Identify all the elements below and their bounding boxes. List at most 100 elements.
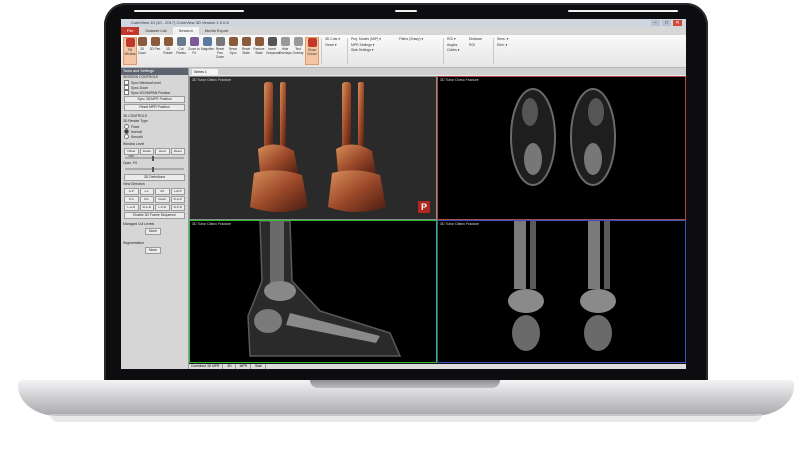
- bezel-highlight: [134, 10, 244, 12]
- sync-pan-checkbox[interactable]: Sync ZOOM/PAN Position: [121, 90, 188, 95]
- distance-button[interactable]: Distance: [469, 37, 482, 43]
- screen: CubeView 10 (10 - 2017) CubeView 3D Vers…: [121, 19, 686, 369]
- dir-button[interactable]: P-A: [124, 196, 139, 203]
- 3d-definitions-button[interactable]: 3D Definitions: [124, 174, 185, 181]
- reset-mpr-button[interactable]: Reset MPR Position: [124, 104, 185, 111]
- dir-button[interactable]: Down: [155, 196, 170, 203]
- pan-icon: [150, 37, 160, 46]
- magnifier-icon: [202, 37, 212, 46]
- viewport-label: 3D Tubor Distnc Fracture: [192, 78, 232, 82]
- sens-dropdown[interactable]: Sens. ▾: [497, 37, 508, 43]
- ribbon-toolbar: Fill Window 3D Zoom 3D Pan 3D Rotate Cut…: [121, 35, 686, 68]
- ribbon-group-projection: Proj. Modes (MIP) ▾ MPR Settings ▾ Slab …: [351, 37, 381, 54]
- laptop-shadow: [50, 414, 762, 422]
- status-mpr[interactable]: MPR: [240, 364, 251, 369]
- ribbon-group-distance: Distance ROI: [469, 37, 482, 48]
- reset-icon: [215, 37, 225, 46]
- slider-handle[interactable]: [151, 166, 154, 172]
- viewport-3d[interactable]: 3D Tubor Distnc Fracture P: [189, 76, 437, 220]
- segmentation-select[interactable]: None: [145, 247, 161, 254]
- sync-position-button[interactable]: Sync 3D/MPR Position: [124, 96, 185, 103]
- fluids-button[interactable]: Fluids: [139, 148, 154, 155]
- cut-icon: [176, 37, 186, 46]
- dir-button[interactable]: L-A-D: [124, 204, 139, 211]
- viewport-coronal[interactable]: 3D Tubor Distnc Fracture: [437, 220, 686, 363]
- viewer-tabs: Series 1: [189, 68, 686, 75]
- magnifier-button[interactable]: Magnifier: [201, 37, 214, 63]
- window-level-label: Window Level: [123, 142, 145, 146]
- offset-label: Offset (3D): [124, 148, 139, 158]
- managed-cut-select[interactable]: None: [145, 228, 161, 235]
- restore-state-button[interactable]: Restore State: [253, 37, 265, 63]
- tab-file[interactable]: File: [121, 27, 140, 35]
- viewport-sagittal[interactable]: 3D Tubor Distnc Fracture: [189, 220, 437, 363]
- frame-sequence-button[interactable]: Enable 3D Frame Sequence: [124, 212, 185, 219]
- tab-media-export[interactable]: Media Export: [199, 27, 235, 35]
- text-icon: [293, 37, 303, 46]
- divider: [347, 38, 348, 64]
- dir-button[interactable]: R-P-D: [170, 204, 185, 211]
- invert-icon: [267, 37, 277, 46]
- text-overlay-button[interactable]: Text Overlay: [292, 37, 304, 63]
- opacity-slider[interactable]: [125, 166, 184, 172]
- status-slab[interactable]: Slab: [255, 364, 266, 369]
- sagittal-ct-image: [247, 221, 402, 357]
- cut-planes-button[interactable]: Cut Planes: [175, 37, 187, 63]
- dir-button[interactable]: R-L: [139, 196, 154, 203]
- close-button[interactable]: ✕: [673, 20, 682, 26]
- dir-button[interactable]: R-A-D: [139, 204, 154, 211]
- viewport-label: 3D Tubor Dorso Fracture: [440, 78, 479, 82]
- tab-session[interactable]: Session: [172, 27, 199, 35]
- invert-grayscale-button[interactable]: Invert Grayscale: [266, 37, 280, 63]
- zoom-icon: [137, 37, 147, 46]
- minimize-button[interactable]: –: [651, 20, 660, 26]
- tab-dataset-list[interactable]: Dataset List: [139, 27, 172, 35]
- show-cursor-button[interactable]: Show Cursor: [305, 37, 319, 65]
- tab-series-1[interactable]: Series 1: [192, 69, 218, 75]
- viewport-axial[interactable]: 3D Tubor Dorso Fracture: [437, 76, 686, 220]
- ribbon-group-filters: Filters (Sharp) ▾: [399, 37, 423, 43]
- hide-overlays-button[interactable]: Hide Overlays: [279, 37, 292, 63]
- offset-row: Offset (3D) Fluids Hard Reset: [124, 148, 185, 158]
- camera-icon: [395, 10, 417, 12]
- dir-button[interactable]: L-P-D: [155, 204, 170, 211]
- laptop-notch: [310, 380, 500, 388]
- proj-modes-dropdown[interactable]: Proj. Modes (MIP) ▾: [351, 37, 381, 43]
- dir-button[interactable]: A-P: [124, 188, 139, 195]
- maximize-button[interactable]: □: [662, 20, 671, 26]
- views-dropdown[interactable]: Views ▾: [325, 43, 340, 49]
- axial-ct-image: [510, 88, 616, 186]
- hard-button[interactable]: Hard: [155, 148, 170, 155]
- pan-button[interactable]: 3D Pan: [149, 37, 161, 63]
- rotate-button[interactable]: 3D Rotate: [162, 37, 174, 63]
- slab-settings-dropdown[interactable]: Slab Settings ▾: [351, 48, 381, 54]
- restore-icon: [254, 37, 264, 46]
- segmentation-label: Segmentation: [123, 241, 144, 245]
- dir-button[interactable]: AX: [155, 188, 170, 195]
- zoom-fit-button[interactable]: Zoom to Fit: [188, 37, 200, 63]
- elim-dropdown[interactable]: Elim. ▾: [497, 43, 508, 49]
- zoom-button[interactable]: 3D Zoom: [136, 37, 148, 63]
- dir-button[interactable]: L-R-P: [170, 188, 185, 195]
- reset-sync-button[interactable]: Reset Sync: [227, 37, 239, 63]
- dir-button[interactable]: L-L: [139, 188, 154, 195]
- reset-state-button[interactable]: Reset State: [240, 37, 252, 63]
- view-direction-label: View Direction: [123, 182, 145, 186]
- hand-icon: [125, 38, 135, 47]
- roi-button[interactable]: ROI: [469, 43, 482, 49]
- cuts-dropdown[interactable]: 3D Cuts ▾: [325, 37, 340, 43]
- filters-dropdown[interactable]: Filters (Sharp) ▾: [399, 37, 423, 43]
- dir-button[interactable]: R-A-P: [170, 196, 185, 203]
- tools-panel: Tools and Settings SESSION CONTROLS Sync…: [121, 68, 189, 369]
- sync-icon: [228, 37, 238, 46]
- render-smooth-radio[interactable]: Smooth: [121, 134, 188, 139]
- status-3d[interactable]: 3D: [227, 364, 236, 369]
- window-slider[interactable]: [125, 155, 184, 161]
- fill-window-button[interactable]: Fill Window: [123, 37, 137, 65]
- reset-pan-zoom-button[interactable]: Reset Pan Zoom: [214, 37, 226, 63]
- slider-handle[interactable]: [151, 155, 154, 161]
- reset-button[interactable]: Reset: [170, 148, 185, 155]
- title-bar: CubeView 10 (10 - 2017) CubeView 3D Vers…: [121, 19, 686, 27]
- status-mode[interactable]: Combined 3D MPR: [191, 364, 224, 369]
- cobbs-dropdown[interactable]: Cobbs ▾: [447, 48, 459, 54]
